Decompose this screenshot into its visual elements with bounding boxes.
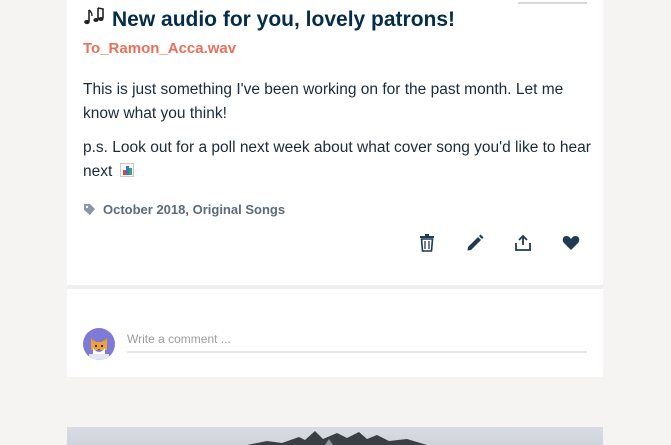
like-button[interactable] [560, 232, 582, 254]
attachment-link[interactable]: To_Ramon_Acca.wav [83, 40, 236, 57]
next-post-image [67, 427, 603, 445]
post-actions [416, 232, 588, 254]
post-body-paragraph: This is just something I've been working… [83, 81, 564, 122]
post-body-paragraph-ps: p.s. Look out for a poll next week about… [83, 136, 593, 184]
bar-chart-icon [119, 163, 134, 177]
post-title-row: New audio for you, lovely patrons! [83, 6, 455, 34]
share-icon [515, 234, 531, 251]
share-button[interactable] [512, 232, 534, 254]
tags-text[interactable]: October 2018, Original Songs [103, 202, 285, 217]
music-notes-icon [83, 7, 105, 33]
edit-button[interactable] [464, 232, 486, 254]
heart-icon [562, 236, 580, 250]
post-body-ps-text: p.s. Look out for a poll next week about… [83, 139, 591, 180]
tag-icon [84, 203, 95, 215]
top-divider [518, 2, 587, 4]
delete-button[interactable] [416, 232, 438, 254]
fox-avatar-icon [89, 338, 109, 360]
card-divider [67, 285, 603, 289]
avatar [83, 328, 115, 360]
comment-input[interactable] [127, 327, 587, 353]
trash-icon [420, 234, 434, 252]
post-tags: October 2018, Original Songs [83, 199, 285, 219]
post-title: New audio for you, lovely patrons! [112, 8, 456, 31]
pencil-icon [467, 234, 484, 251]
